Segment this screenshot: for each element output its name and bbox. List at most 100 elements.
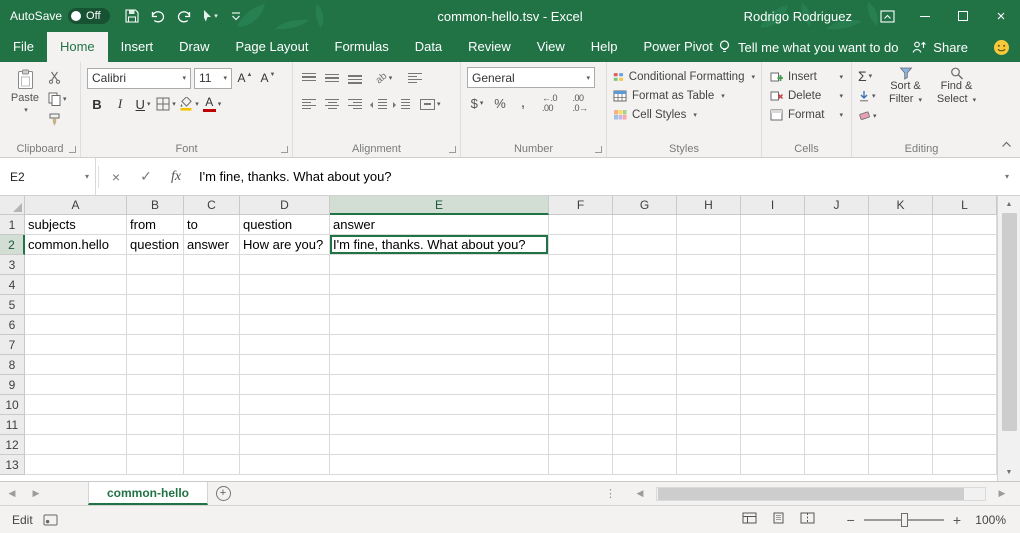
cell-G1[interactable] [613, 215, 677, 235]
cell-H10[interactable] [677, 395, 741, 415]
cell-I11[interactable] [741, 415, 805, 435]
borders-button[interactable]: ▾ [156, 93, 176, 115]
cell-F11[interactable] [549, 415, 613, 435]
row-header-9[interactable]: 9 [0, 375, 25, 395]
share-button[interactable]: Share [912, 32, 968, 62]
cell-J5[interactable] [805, 295, 869, 315]
cell-L8[interactable] [933, 355, 997, 375]
cell-H12[interactable] [677, 435, 741, 455]
cell-B3[interactable] [127, 255, 184, 275]
tab-home[interactable]: Home [47, 32, 108, 62]
cell-I1[interactable] [741, 215, 805, 235]
cell-B11[interactable] [127, 415, 184, 435]
alignment-dialog-launcher-icon[interactable] [449, 146, 456, 153]
cell-F4[interactable] [549, 275, 613, 295]
clear-button[interactable]: ▾ [858, 106, 878, 125]
cell-D11[interactable] [240, 415, 330, 435]
cell-D6[interactable] [240, 315, 330, 335]
cell-L10[interactable] [933, 395, 997, 415]
cell-L9[interactable] [933, 375, 997, 395]
select-all-corner[interactable] [0, 196, 25, 215]
find-select-button[interactable]: Find & Select ▾ [933, 66, 980, 125]
zoom-slider-thumb[interactable] [901, 513, 908, 527]
save-button[interactable] [120, 2, 144, 30]
cell-D7[interactable] [240, 335, 330, 355]
touch-mouse-mode-button[interactable]: ▾ [198, 2, 222, 30]
cell-K9[interactable] [869, 375, 933, 395]
cell-G12[interactable] [613, 435, 677, 455]
cell-G10[interactable] [613, 395, 677, 415]
conditional-formatting-button[interactable]: Conditional Formatting ▾ [607, 67, 761, 86]
cell-F7[interactable] [549, 335, 613, 355]
cell-C13[interactable] [184, 455, 240, 475]
align-left-button[interactable] [299, 93, 319, 115]
cell-styles-button[interactable]: Cell Styles ▾ [607, 105, 761, 124]
tab-formulas[interactable]: Formulas [322, 32, 402, 62]
insert-function-button[interactable]: fx [161, 158, 191, 195]
cell-C7[interactable] [184, 335, 240, 355]
underline-button[interactable]: U▾ [133, 93, 153, 115]
sheet-bar-splitter-icon[interactable]: ⋮ [605, 487, 616, 500]
cell-B10[interactable] [127, 395, 184, 415]
zoom-slider[interactable] [864, 519, 944, 521]
delete-cells-button[interactable]: Delete ▾ [762, 86, 851, 105]
cell-L4[interactable] [933, 275, 997, 295]
tab-help[interactable]: Help [578, 32, 631, 62]
cell-K7[interactable] [869, 335, 933, 355]
cell-J13[interactable] [805, 455, 869, 475]
cell-J7[interactable] [805, 335, 869, 355]
cell-A9[interactable] [25, 375, 127, 395]
cell-F6[interactable] [549, 315, 613, 335]
cell-A13[interactable] [25, 455, 127, 475]
row-header-12[interactable]: 12 [0, 435, 25, 455]
row-header-11[interactable]: 11 [0, 415, 25, 435]
macro-record-button[interactable] [43, 514, 58, 526]
cell-D10[interactable] [240, 395, 330, 415]
cell-J9[interactable] [805, 375, 869, 395]
name-box[interactable]: E2 ▾ [0, 158, 96, 195]
cell-G8[interactable] [613, 355, 677, 375]
cell-A7[interactable] [25, 335, 127, 355]
cell-E13[interactable] [330, 455, 549, 475]
cell-I12[interactable] [741, 435, 805, 455]
cell-G5[interactable] [613, 295, 677, 315]
cell-H9[interactable] [677, 375, 741, 395]
cell-F2[interactable] [549, 235, 613, 255]
cell-B7[interactable] [127, 335, 184, 355]
vertical-scrollbar[interactable]: ▲ ▼ [997, 196, 1020, 481]
sheet-tab-common-hello[interactable]: common-hello [88, 482, 208, 505]
cell-K5[interactable] [869, 295, 933, 315]
zoom-level[interactable]: 100% [970, 513, 1006, 527]
column-header-I[interactable]: I [741, 196, 805, 215]
tab-data[interactable]: Data [402, 32, 455, 62]
tab-review[interactable]: Review [455, 32, 524, 62]
new-sheet-button[interactable]: + [208, 482, 238, 505]
horizontal-scrollbar[interactable] [656, 487, 986, 501]
cell-D8[interactable] [240, 355, 330, 375]
cell-C6[interactable] [184, 315, 240, 335]
cell-C1[interactable]: to [184, 215, 240, 235]
cell-B13[interactable] [127, 455, 184, 475]
cell-K8[interactable] [869, 355, 933, 375]
undo-button[interactable] [146, 2, 170, 30]
bold-button[interactable]: B [87, 93, 107, 115]
cell-J11[interactable] [805, 415, 869, 435]
cell-G13[interactable] [613, 455, 677, 475]
cell-D12[interactable] [240, 435, 330, 455]
cell-H11[interactable] [677, 415, 741, 435]
cell-E4[interactable] [330, 275, 549, 295]
number-format-combo[interactable]: General ▾ [467, 67, 595, 88]
column-header-D[interactable]: D [240, 196, 330, 215]
align-center-button[interactable] [322, 93, 342, 115]
cell-F5[interactable] [549, 295, 613, 315]
row-header-7[interactable]: 7 [0, 335, 25, 355]
cell-D5[interactable] [240, 295, 330, 315]
cell-L13[interactable] [933, 455, 997, 475]
cell-H1[interactable] [677, 215, 741, 235]
cell-J6[interactable] [805, 315, 869, 335]
collapse-ribbon-button[interactable] [1001, 135, 1012, 153]
cell-B2[interactable]: question [127, 235, 184, 255]
cell-A3[interactable] [25, 255, 127, 275]
row-header-1[interactable]: 1 [0, 215, 25, 235]
row-header-6[interactable]: 6 [0, 315, 25, 335]
